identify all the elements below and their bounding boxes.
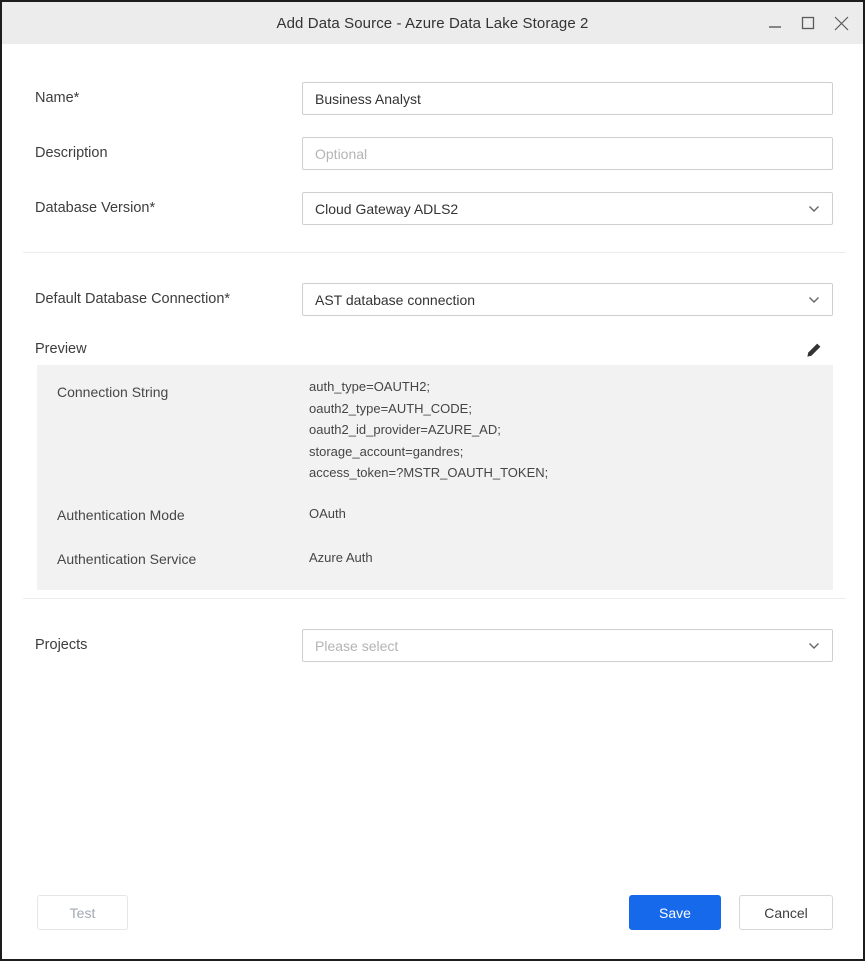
connection-string-line: storage_account=gandres; [309,441,548,463]
connection-string-line: auth_type=OAUTH2; [309,376,548,398]
preview-label: Preview [35,341,87,357]
test-button[interactable]: Test [37,895,128,930]
close-icon [834,16,849,31]
save-button[interactable]: Save [629,895,721,930]
connection-string-line: oauth2_id_provider=AZURE_AD; [309,419,548,441]
name-label: Name* [35,90,79,106]
titlebar: Add Data Source - Azure Data Lake Storag… [2,2,863,44]
description-input[interactable] [302,137,833,170]
auth-mode-label: Authentication Mode [57,507,185,523]
dialog-window: Add Data Source - Azure Data Lake Storag… [0,0,865,961]
database-version-value: Cloud Gateway ADLS2 [315,201,458,217]
name-input[interactable] [302,82,833,115]
minimize-button[interactable] [767,15,783,31]
projects-select[interactable]: Please select [302,629,833,662]
chevron-down-icon [808,296,820,304]
database-version-select[interactable]: Cloud Gateway ADLS2 [302,192,833,225]
pencil-icon [806,342,822,358]
chevron-down-icon [808,642,820,650]
section-divider-bottom [23,598,846,599]
connection-string-value: auth_type=OAUTH2; oauth2_type=AUTH_CODE;… [309,376,548,484]
auth-service-label: Authentication Service [57,551,196,567]
connection-string-label: Connection String [57,384,168,400]
chevron-down-icon [808,205,820,213]
projects-label: Projects [35,637,87,653]
default-connection-select[interactable]: AST database connection [302,283,833,316]
database-version-label: Database Version* [35,200,155,216]
window-controls [767,2,849,44]
minimize-icon [768,16,782,30]
edit-preview-button[interactable] [803,339,825,361]
preview-panel: Connection String auth_type=OAUTH2; oaut… [37,365,833,590]
default-connection-value: AST database connection [315,292,475,308]
connection-string-line: oauth2_type=AUTH_CODE; [309,398,548,420]
section-divider-top [23,252,846,253]
close-button[interactable] [833,15,849,31]
auth-mode-value: OAuth [309,506,346,521]
projects-placeholder: Please select [315,638,398,654]
description-label: Description [35,145,108,161]
auth-service-value: Azure Auth [309,550,373,565]
connection-string-line: access_token=?MSTR_OAUTH_TOKEN; [309,462,548,484]
dialog-title: Add Data Source - Azure Data Lake Storag… [277,15,589,32]
default-connection-label: Default Database Connection* [35,291,230,307]
cancel-button[interactable]: Cancel [739,895,833,930]
maximize-button[interactable] [800,15,816,31]
maximize-icon [801,16,815,30]
